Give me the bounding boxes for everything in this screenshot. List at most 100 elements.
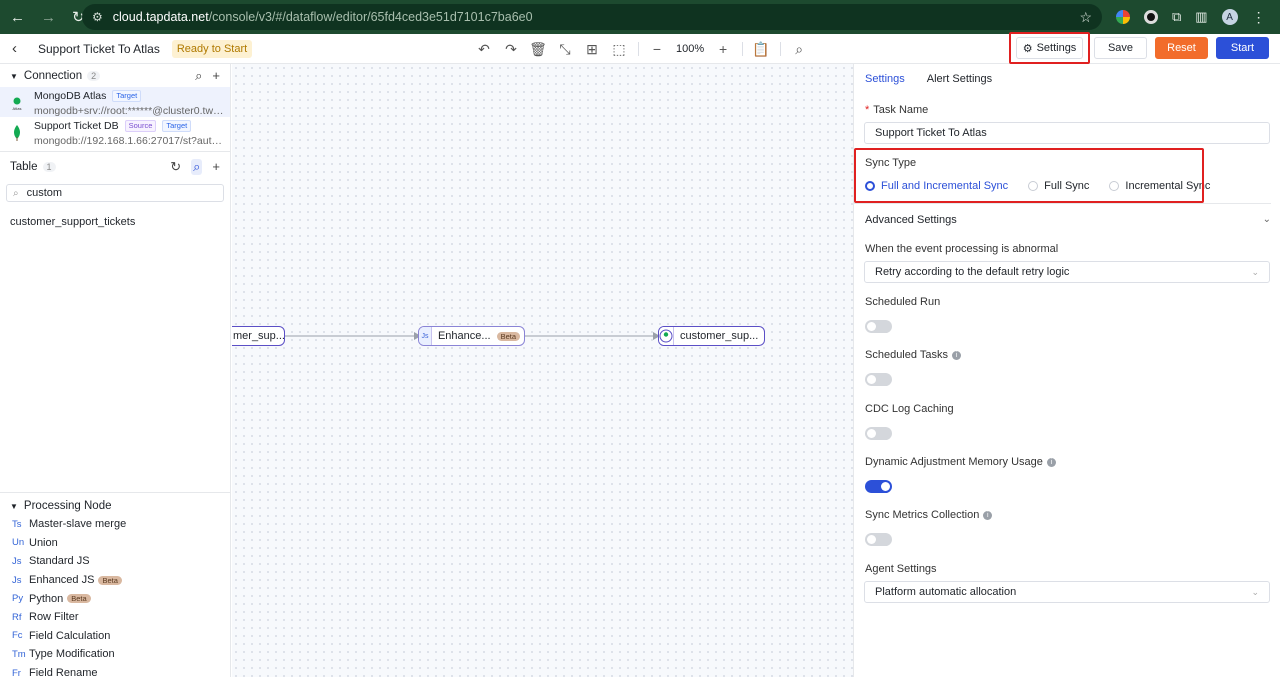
task-title[interactable]: Support Ticket To Atlas — [38, 42, 160, 56]
redo-icon[interactable]: ↷ — [503, 41, 519, 57]
info-icon[interactable]: i — [951, 351, 961, 360]
save-button[interactable]: Save — [1094, 37, 1147, 59]
processing-node-item[interactable]: Py Python Beta — [0, 589, 231, 608]
task-name-value: Support Ticket To Atlas — [875, 127, 987, 139]
color-extension-icon[interactable] — [1116, 10, 1130, 24]
abnormal-label: When the event processing is abnormal — [865, 243, 1059, 255]
side-panel-icon[interactable]: ▥ — [1195, 9, 1207, 25]
cdc-log-caching-toggle[interactable] — [865, 427, 892, 440]
toolbar-divider — [638, 42, 639, 56]
radio-full-sync[interactable]: Full Sync — [1028, 180, 1089, 192]
back-arrow-icon[interactable]: ← — [10, 10, 25, 25]
radio-full-and-incremental[interactable]: Full and Incremental Sync — [865, 180, 1008, 192]
section-divider — [0, 151, 230, 152]
info-icon[interactable]: i — [1046, 458, 1056, 467]
processing-node-item[interactable]: Tm Type Modification — [0, 645, 231, 664]
forward-arrow-icon[interactable]: → — [41, 10, 56, 25]
zoom-in-icon[interactable]: + — [715, 41, 731, 57]
task-name-input[interactable]: Support Ticket To Atlas — [864, 122, 1270, 144]
connection-uri: mongodb://192.168.1.66:27017/st?authSou.… — [34, 135, 224, 147]
tab-settings[interactable]: Settings — [865, 73, 905, 85]
reset-button[interactable]: Reset — [1155, 37, 1208, 59]
settings-button[interactable]: ⚙ Settings — [1016, 37, 1083, 59]
avatar[interactable]: A — [1221, 9, 1238, 25]
processing-node-item[interactable]: Un Union — [0, 534, 231, 553]
delete-icon[interactable]: 🗑 — [529, 41, 547, 57]
mongodb-leaf-icon — [8, 124, 26, 142]
agent-select[interactable]: Platform automatic allocation ⌄ — [864, 581, 1270, 603]
connection-item[interactable]: Support Ticket DB Source Target mongodb:… — [0, 117, 230, 147]
dynamic-memory-toggle[interactable] — [865, 480, 892, 493]
processing-node-item[interactable]: Ts Master-slave merge — [0, 515, 231, 534]
processing-section-header[interactable]: ▼ Processing Node — [0, 497, 231, 515]
search-icon[interactable]: ⌕ — [191, 159, 203, 175]
node-label: Field Rename — [29, 667, 98, 680]
start-button[interactable]: Start — [1216, 37, 1269, 59]
search-icon[interactable]: ⌕ — [791, 41, 807, 57]
source-tag: Source — [124, 120, 157, 132]
table-count: 1 — [42, 162, 56, 172]
puzzle-icon[interactable]: ⧉ — [1172, 9, 1181, 25]
scheduled-tasks-toggle[interactable] — [865, 373, 892, 386]
select-mode-icon[interactable]: ⬚ — [611, 41, 627, 57]
record-extension-icon[interactable] — [1144, 10, 1158, 24]
more-menu-icon[interactable]: ⋮ — [1252, 9, 1266, 26]
toolbar-divider — [742, 42, 744, 56]
target-table-node[interactable]: customer_sup... — [658, 326, 765, 346]
node-type-icon: Ts — [12, 518, 22, 530]
table-search-input[interactable]: ⌕ custom — [6, 184, 224, 202]
zoom-out-icon[interactable]: − — [649, 41, 665, 57]
undo-icon[interactable]: ↶ — [476, 41, 492, 57]
auto-layout-icon[interactable]: ⊞ — [584, 41, 600, 57]
processing-node-item[interactable]: Js Enhanced JS Beta — [0, 571, 231, 590]
connection-section-header[interactable]: ▼ Connection 2 ⌕ + — [0, 65, 230, 87]
connection-uri: mongodb+srv://root:******@cluster0.twru.… — [34, 105, 224, 117]
collapse-caret-icon[interactable]: ▼ — [10, 502, 18, 511]
advanced-settings-header[interactable]: Advanced Settings ⌄ — [854, 203, 1271, 235]
chevron-down-icon[interactable]: ⌄ — [1263, 214, 1271, 225]
fit-view-icon[interactable]: ⤡ — [557, 41, 573, 57]
node-label: mer_sup... — [233, 330, 285, 342]
metrics-collection-label: Sync Metrics Collection i — [865, 509, 993, 521]
settings-tabs: Settings Alert Settings — [854, 64, 1280, 94]
connection-name: MongoDB Atlas — [34, 90, 107, 102]
site-settings-icon[interactable]: ⚙ — [92, 10, 103, 24]
add-icon[interactable]: + — [212, 159, 220, 175]
retry-select[interactable]: Retry according to the default retry log… — [864, 261, 1270, 283]
processing-node-item[interactable]: Fc Field Calculation — [0, 627, 231, 646]
back-chevron-icon[interactable]: ‹ — [12, 40, 32, 57]
node-label: Enhance... — [437, 330, 491, 342]
collapse-caret-icon[interactable]: ▼ — [10, 72, 18, 81]
enhanced-js-node[interactable]: Js Enhance... Beta — [418, 326, 525, 346]
target-tag: Target — [112, 90, 142, 102]
search-icon[interactable]: ⌕ — [195, 68, 202, 84]
cdc-log-caching-label: CDC Log Caching — [865, 403, 954, 415]
beta-badge: Beta — [98, 575, 122, 585]
agent-select-value: Platform automatic allocation — [875, 586, 1017, 598]
processing-node-item[interactable]: Js Standard JS — [0, 552, 231, 571]
table-title: Table — [10, 161, 38, 173]
scheduled-run-toggle[interactable] — [865, 320, 892, 333]
address-bar[interactable]: ⚙ cloud.tapdata.net /console/v3/#/datafl… — [82, 4, 1102, 30]
tab-alert-settings[interactable]: Alert Settings — [927, 73, 992, 85]
refresh-icon[interactable]: ↻ — [170, 159, 181, 175]
status-badge: Ready to Start — [171, 39, 253, 58]
metrics-collection-label-text: Sync Metrics Collection — [865, 509, 980, 521]
metrics-collection-toggle[interactable] — [865, 533, 892, 546]
dataflow-canvas[interactable]: mer_sup... Js Enhance... Beta customer_s… — [232, 64, 853, 677]
processing-node-item[interactable]: Rf Row Filter — [0, 608, 231, 627]
table-item[interactable]: customer_support_tickets — [0, 202, 230, 228]
gear-icon: ⚙ — [1022, 42, 1033, 55]
add-icon[interactable]: + — [212, 68, 220, 84]
bookmark-star-icon[interactable]: ☆ — [1079, 9, 1092, 26]
processing-node-item[interactable]: Fr Field Rename — [0, 664, 231, 682]
clipboard-icon[interactable]: 📋 — [752, 41, 769, 57]
advanced-settings-label: Advanced Settings — [865, 213, 957, 226]
radio-incremental-sync[interactable]: Incremental Sync — [1109, 180, 1210, 192]
connection-item[interactable]: Atlas MongoDB Atlas Target mongodb+srv:/… — [0, 87, 230, 117]
radio-label: Incremental Sync — [1125, 180, 1211, 192]
source-table-node[interactable]: mer_sup... — [232, 326, 285, 346]
edge-layer — [284, 332, 660, 340]
section-divider — [0, 492, 231, 493]
info-icon[interactable]: i — [983, 511, 993, 520]
